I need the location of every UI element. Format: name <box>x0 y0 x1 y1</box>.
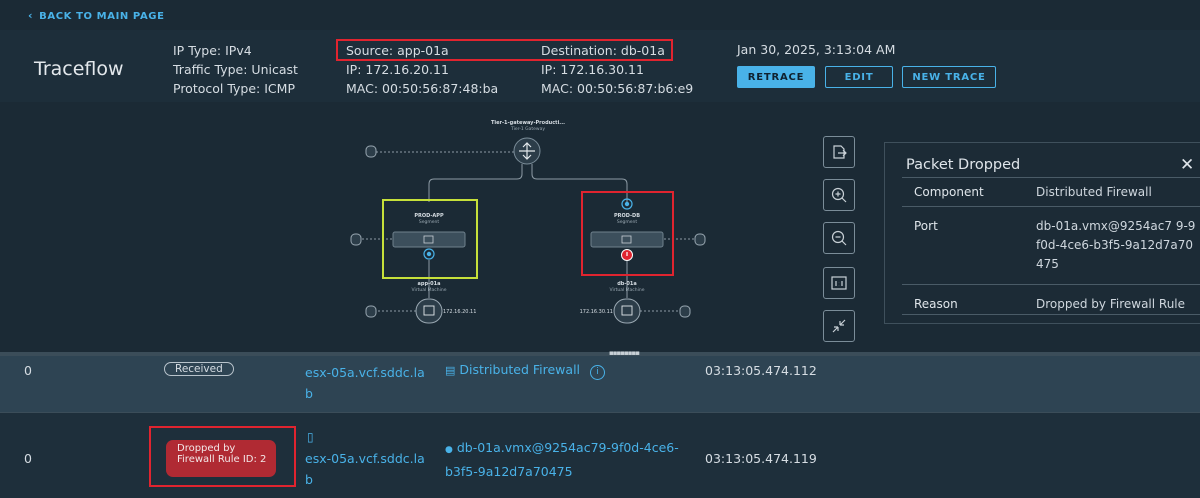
panel-title: Packet Dropped <box>906 157 1021 173</box>
table-row[interactable]: 0 Received esx-05a.vcf.sddc.la b ▤ Distr… <box>0 356 1200 412</box>
panel-key: Reason <box>914 297 958 311</box>
source-destination-highlight <box>336 39 673 61</box>
back-to-main-link[interactable]: ‹ BACK TO MAIN PAGE <box>28 9 165 22</box>
gateway-type: Tier-1 Gateway <box>511 127 545 132</box>
transport-node-link[interactable]: esx-05a.vcf.sddc.la b <box>305 448 425 490</box>
segment-app-name: PROD-APP <box>414 213 444 219</box>
vm-app-name: app-01a <box>417 281 441 287</box>
vm-app-ip: 172.16.20.11 <box>443 309 477 315</box>
source-mac: MAC: 00:50:56:87:48:ba <box>346 81 499 96</box>
vm-db-name: db-01a <box>617 281 637 287</box>
vm-app-end-node[interactable] <box>365 305 377 318</box>
vm-db-node[interactable] <box>613 298 641 324</box>
new-trace-button[interactable]: NEW TRACE <box>902 66 996 88</box>
destination-mac: MAC: 00:50:56:87:b6:e9 <box>541 81 694 96</box>
panel-row-reason: Reason Dropped by Firewall Rule <box>902 285 1200 315</box>
vm-db-type: Virtual Machine <box>609 288 645 293</box>
collapse-icon <box>832 319 846 333</box>
panel-value: db-01a.vmx@9254ac7 9-9f0d-4ce6-b3f5-9a12… <box>1036 219 1196 271</box>
firewall-icon: ▤ <box>445 364 456 377</box>
segment-db-end-node[interactable] <box>694 233 706 246</box>
zoom-in-icon <box>831 187 847 203</box>
export-button[interactable] <box>823 136 855 168</box>
segment-app-end-node[interactable] <box>350 233 362 246</box>
dropped-status-highlight <box>149 426 296 487</box>
segment-app-bar[interactable] <box>392 231 466 248</box>
vm-db-ip: 172.16.30.11 <box>579 309 613 315</box>
panel-row-port: Port db-01a.vmx@9254ac7 9-9f0d-4ce6-b3f5… <box>902 207 1200 285</box>
edit-button[interactable]: EDIT <box>825 66 893 88</box>
segment-db-type: Segment <box>616 220 638 225</box>
topology-canvas[interactable]: Tier-1-gateway-Producti... Tier-1 Gatewa… <box>0 102 1200 352</box>
panel-details: Component Distributed Firewall Port db-0… <box>902 177 1200 323</box>
traffic-type: Traffic Type: Unicast <box>173 62 298 77</box>
destination-ip: IP: 172.16.30.11 <box>541 62 644 77</box>
device-icon: ▯ <box>307 430 314 444</box>
chevron-left-icon: ‹ <box>28 9 34 22</box>
retrace-button[interactable]: RETRACE <box>737 66 815 88</box>
gateway-name: Tier-1-gateway-Producti... <box>491 120 565 126</box>
actual-size-button[interactable] <box>823 267 855 299</box>
port-icon: ● <box>445 445 453 455</box>
port-link[interactable]: ● db-01a.vmx@9254ac79-9f0d-4ce6- b3f5-9a… <box>445 437 685 482</box>
zoom-out-icon <box>831 230 847 246</box>
export-icon <box>833 145 847 159</box>
panel-key: Port <box>914 219 938 233</box>
port-label: db-01a.vmx@9254ac79-9f0d-4ce6- b3f5-9a12… <box>445 440 679 479</box>
info-icon[interactable]: i <box>590 365 605 380</box>
source-ip: IP: 172.16.20.11 <box>346 62 449 77</box>
back-link-label: BACK TO MAIN PAGE <box>39 11 165 22</box>
gateway-end-node[interactable] <box>365 145 377 158</box>
timestamp-cell: 03:13:05.474.112 <box>705 363 817 378</box>
segment-db-name: PROD-DB <box>613 213 641 219</box>
hop-number: 0 <box>24 363 32 378</box>
table-row[interactable]: 0 Dropped by Firewall Rule ID: 2 ▯ esx-0… <box>0 412 1200 498</box>
zoom-in-button[interactable] <box>823 179 855 211</box>
close-icon[interactable]: ✕ <box>1180 155 1194 175</box>
transport-node-link[interactable]: esx-05a.vcf.sddc.la b <box>305 362 425 404</box>
panel-value: Distributed Firewall <box>1036 185 1152 199</box>
ip-type: IP Type: IPv4 <box>173 43 252 58</box>
topology-lines <box>350 137 706 324</box>
actual-size-icon <box>831 276 847 290</box>
trace-settings: IP Type: IPv4 Traffic Type: Unicast Prot… <box>173 41 298 98</box>
vm-app-type: Virtual Machine <box>411 288 447 293</box>
protocol-type: Protocol Type: ICMP <box>173 81 295 96</box>
panel-key: Component <box>914 185 984 199</box>
component-link[interactable]: ▤ Distributed Firewall i <box>445 362 605 380</box>
panel-row-component: Component Distributed Firewall <box>902 178 1200 207</box>
panel-value: Dropped by Firewall Rule <box>1036 297 1186 311</box>
packet-dropped-panel: Packet Dropped ✕ Component Distributed F… <box>884 142 1200 324</box>
hop-number: 0 <box>24 451 32 466</box>
segment-db-bar[interactable] <box>590 231 664 248</box>
trace-timestamp: Jan 30, 2025, 3:13:04 AM <box>737 42 896 57</box>
collapse-button[interactable] <box>823 310 855 342</box>
vm-db-end-node[interactable] <box>679 305 691 318</box>
timestamp-cell: 03:13:05.474.119 <box>705 451 817 466</box>
gateway-node[interactable] <box>513 137 541 165</box>
traceflow-header: Traceflow IP Type: IPv4 Traffic Type: Un… <box>0 30 1200 102</box>
segment-app-type: Segment <box>418 220 440 225</box>
page-title: Traceflow <box>34 58 124 80</box>
component-label: Distributed Firewall <box>459 362 581 377</box>
status-badge: Received <box>164 362 234 376</box>
vm-app-node[interactable] <box>415 298 443 324</box>
zoom-out-button[interactable] <box>823 222 855 254</box>
